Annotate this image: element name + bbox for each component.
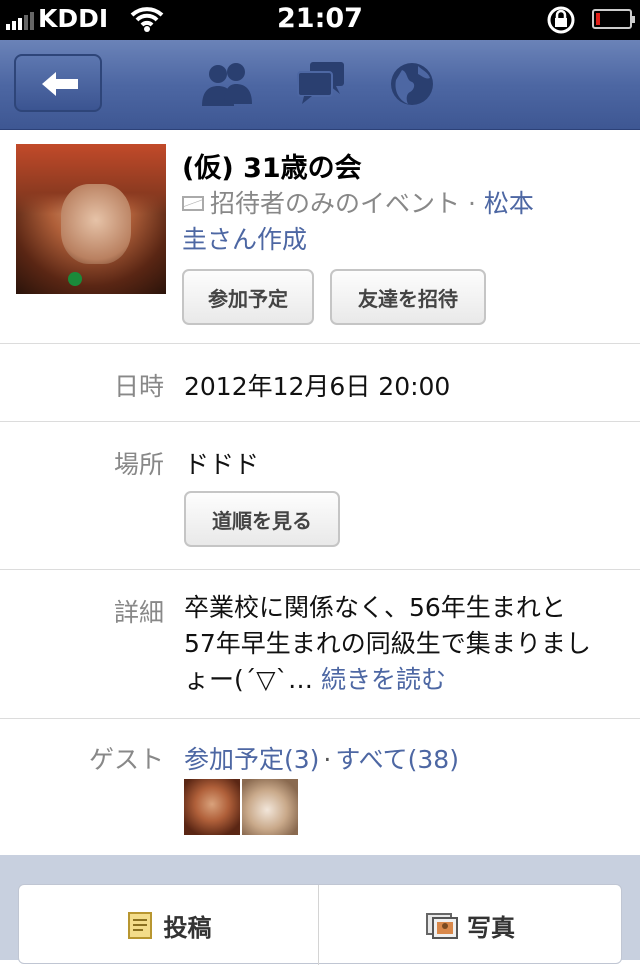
post-label: 投稿 [163,913,212,942]
event-meta: 招待者のみのイベント · 松本 圭さん作成 [182,186,602,258]
going-button[interactable]: 参加予定 [182,269,314,325]
details-label: 詳細 [113,598,164,627]
friends-icon[interactable] [198,60,256,108]
guest-avatar[interactable] [184,779,240,835]
post-button[interactable]: 投稿 [19,885,318,965]
event-author-link-cont[interactable]: 圭さん作成 [182,225,307,254]
battery-level [596,13,600,25]
place-label: 場所 [113,450,164,479]
mail-icon [182,195,204,211]
meta-separator: · [467,189,476,218]
action-bar: 投稿 写真 [18,884,622,965]
details-line: 卒業校に関係なく、56年生まれと [184,593,566,622]
post-icon [127,912,152,939]
divider [0,343,640,344]
navbar [0,40,640,130]
read-more-link[interactable]: 続きを読む [321,665,446,694]
invite-friends-button[interactable]: 友達を招待 [330,269,486,325]
event-author-link[interactable]: 松本 [484,189,534,218]
details-line: 57年早生まれの同級生で集まりまし [184,629,591,658]
divider [0,421,640,422]
guests-links: 参加予定(3) · すべて(38) [184,740,459,776]
guests-label: ゲスト [88,745,164,774]
guests-going-link[interactable]: 参加予定(3) [184,745,319,774]
details-text: 卒業校に関係なく、56年生まれと 57年早生まれの同級生で集まりまし ょー(´▽… [184,590,636,698]
guests-separator: · [323,745,332,774]
status-bar: KDDI 21:07 [0,0,640,40]
photo-button[interactable]: 写真 [319,885,621,965]
datetime-label: 日時 [113,372,164,401]
globe-icon[interactable] [388,60,436,108]
event-privacy: 招待者のみのイベント [210,189,461,218]
photo-label: 写真 [467,913,515,942]
event-cover-photo[interactable] [16,144,166,294]
photo-icon [426,913,458,939]
place-value: ドドド [184,450,260,479]
messages-icon[interactable] [296,60,346,106]
divider [0,718,640,719]
back-arrow-icon [42,72,78,96]
divider [0,569,640,570]
directions-button[interactable]: 道順を見る [184,491,340,547]
guest-avatar[interactable] [242,779,298,835]
battery-icon [592,9,635,29]
event-title: (仮) 31歳の会 [182,153,362,184]
datetime-value: 2012年12月6日 20:00 [184,372,451,401]
back-button[interactable] [14,54,102,112]
guests-all-link[interactable]: すべて(38) [335,745,459,774]
rotation-lock-icon [547,6,575,34]
details-line: ょー(´▽`… [184,665,313,694]
